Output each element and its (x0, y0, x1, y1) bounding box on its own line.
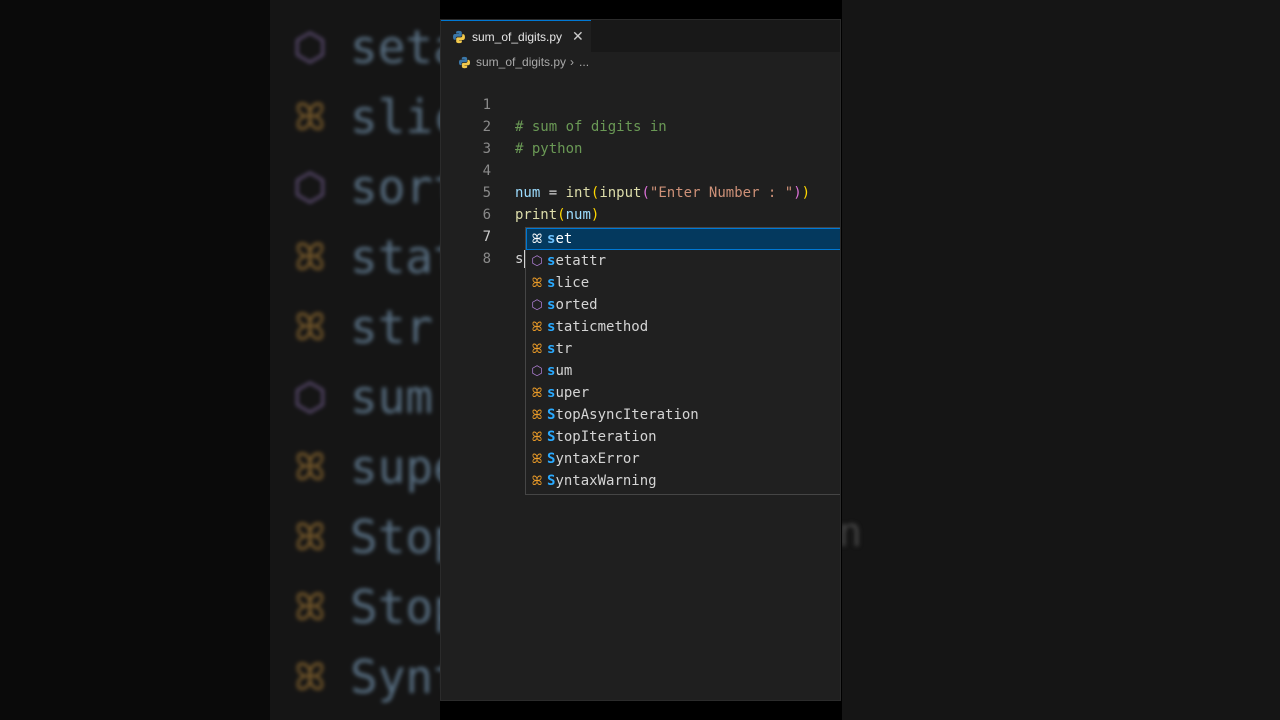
method-icon: ⬡ (293, 165, 327, 209)
suggestion-item[interactable]: ꕤ staticmethod (526, 316, 840, 338)
suggestion-item[interactable]: ꕤ slice (526, 272, 840, 294)
backdrop-dark-edge (0, 0, 270, 720)
breadcrumb-more[interactable]: ... (579, 55, 589, 69)
backdrop-row: ꕤ str (280, 292, 440, 362)
backdrop-row: ꕤsupe (280, 432, 440, 502)
tab-bar: sum_of_digits.py ✕ (441, 20, 840, 52)
breadcrumb: sum_of_digits.py › ... (441, 52, 840, 72)
class-icon: ꕤ (294, 584, 326, 629)
python-icon (458, 56, 471, 68)
class-icon: ꕤ (294, 234, 326, 279)
tab-sum-of-digits[interactable]: sum_of_digits.py ✕ (441, 20, 591, 52)
method-icon: ⬡ (531, 297, 543, 313)
class-icon: ꕤ (294, 304, 326, 349)
suggestion-item[interactable]: ꕤ StopAsyncIteration (526, 404, 840, 426)
code-statement: num = int(input("Enter Number : ")) (515, 185, 811, 201)
suggestion-item[interactable]: ꕤ SyntaxError (526, 448, 840, 470)
tab-label: sum_of_digits.py (472, 29, 563, 44)
code-line: 3 (441, 116, 492, 157)
code-line: 6 (441, 182, 492, 223)
backdrop-row: ꕤStop (280, 572, 440, 642)
class-icon: ꕤ (531, 319, 543, 335)
backdrop-row: ꕤslic (280, 82, 440, 152)
class-icon: ꕤ (531, 231, 543, 247)
python-icon (453, 30, 465, 43)
blurred-backdrop-left: ⬡seta ꕤslic ⬡sort ꕤstat ꕤstr ⬡sum ꕤsupe … (0, 0, 440, 720)
class-icon: ꕤ (531, 407, 543, 423)
code-line: 4 num = int(input("Enter Number : ")) (441, 138, 811, 201)
comment: # sum of digits in (515, 119, 667, 135)
blurred-backdrop-right: n (842, 0, 1280, 720)
class-icon: ꕤ (531, 385, 543, 401)
code-statement: print(num) (515, 207, 600, 223)
suggestion-item[interactable]: ⬡ sorted (526, 294, 840, 316)
class-icon: ꕤ (531, 473, 543, 489)
code-line: 2 # python (441, 94, 583, 157)
suggestion-item[interactable]: ꕤ str (526, 338, 840, 360)
chevron-right-icon: › (570, 55, 575, 69)
autocomplete-suggestions: ꕤ set ⬡ setattr ꕤ slice ⬡ sorted ꕤ staticmeth… (525, 227, 840, 495)
code-editor-window: sum_of_digits.py ✕ sum_of_digits.py › ..… (440, 19, 841, 701)
suggestion-item[interactable]: ⬡ sum (526, 360, 840, 382)
method-icon: ⬡ (293, 375, 327, 419)
backdrop-row: ꕤstat (280, 222, 440, 292)
backdrop-row: ⬡sort (280, 152, 440, 222)
backdrop-suggestion-list: ⬡seta ꕤslic ⬡sort ꕤstat ꕤstr ⬡sum ꕤsupe … (280, 12, 440, 712)
backdrop-row: ꕤStop (280, 502, 440, 572)
backdrop-row: ⬡ sum (280, 362, 440, 432)
code-line: 7 s (441, 204, 527, 268)
class-icon: ꕤ (531, 451, 543, 467)
line-number: 8 (482, 251, 491, 267)
backdrop-row: ꕤSynt (280, 642, 440, 712)
code-line: 1 # sum of digits in (441, 72, 667, 135)
backdrop-row: ⬡seta (280, 12, 440, 82)
breadcrumb-file[interactable]: sum_of_digits.py (476, 55, 566, 69)
comment: # python (515, 141, 583, 157)
method-icon: ⬡ (293, 25, 327, 69)
code-line: 5 print(num) (441, 160, 600, 223)
class-icon: ꕤ (531, 275, 543, 291)
suggestion-item[interactable]: ꕤ set (526, 228, 840, 250)
backdrop-right-stub: n (842, 510, 863, 556)
class-icon: ꕤ (531, 341, 543, 357)
code-line: 8 (441, 226, 492, 267)
suggestion-item[interactable]: ꕤ SyntaxWarning (526, 470, 840, 492)
method-icon: ⬡ (531, 363, 543, 379)
class-icon: ꕤ (294, 514, 326, 559)
suggestion-item[interactable]: ⬡ setattr (526, 250, 840, 272)
class-icon: ꕤ (294, 444, 326, 489)
method-icon: ⬡ (531, 253, 543, 269)
class-icon: ꕤ (294, 94, 326, 139)
suggestion-item[interactable]: ꕤ super (526, 382, 840, 404)
suggestion-item[interactable]: ꕤ StopIteration (526, 426, 840, 448)
class-icon: ꕤ (531, 429, 543, 445)
class-icon: ꕤ (294, 654, 326, 699)
close-icon[interactable]: ✕ (572, 30, 584, 44)
